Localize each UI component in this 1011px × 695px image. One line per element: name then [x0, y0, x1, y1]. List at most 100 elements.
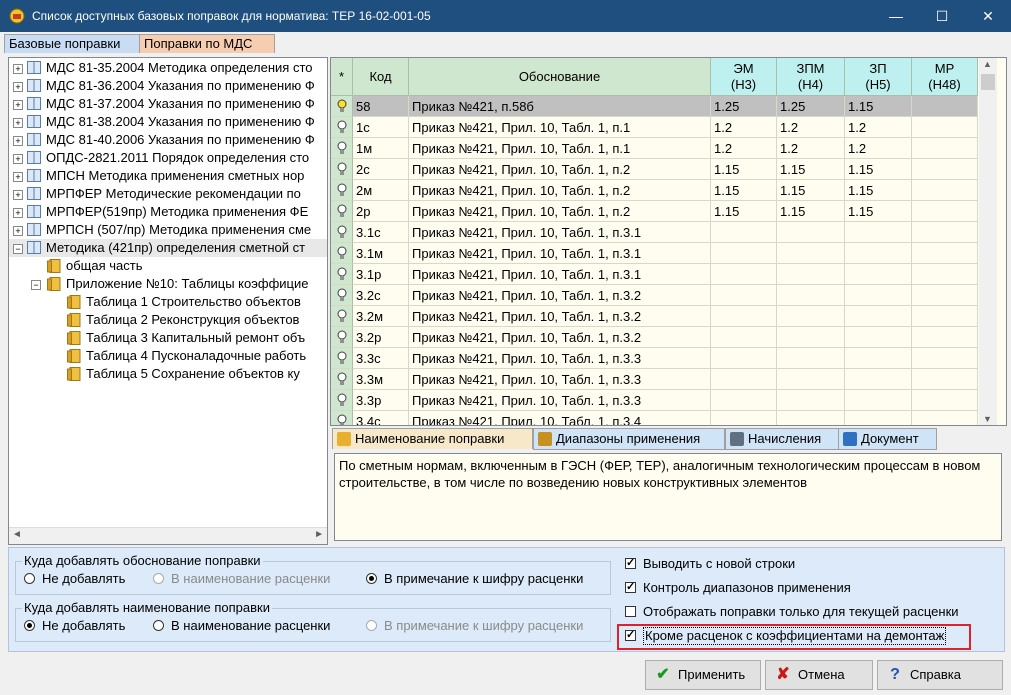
table-row[interactable]: 1с Приказ №421, Прил. 10, Табл. 1, п.1 1.2…	[331, 117, 978, 138]
table-row[interactable]: 1м Приказ №421, Прил. 10, Табл. 1, п.1 1.2…	[331, 138, 978, 159]
tree-item[interactable]: общая часть	[9, 257, 327, 275]
tree-item[interactable]: + МПСН Методика применения сметных нор	[9, 167, 327, 185]
expand-icon[interactable]: +	[13, 118, 23, 128]
table-row[interactable]: 2м Приказ №421, Прил. 10, Табл. 1, п.2 1.1…	[331, 180, 978, 201]
row-marker[interactable]	[331, 96, 353, 117]
collapse-icon[interactable]: −	[13, 244, 23, 254]
expand-icon[interactable]: +	[13, 100, 23, 110]
column-header-text: ЗП	[869, 61, 887, 76]
tree-item[interactable]: + МРПФЕР Методические рекомендации по	[9, 185, 327, 203]
expand-icon[interactable]: +	[13, 208, 23, 218]
tab-detail-3[interactable]: Документ	[838, 428, 937, 450]
tree-item[interactable]: + МДС 81-38.2004 Указания по применению Ф	[9, 113, 327, 131]
tree-item[interactable]: Таблица 3 Капитальный ремонт объ	[9, 329, 327, 347]
row-marker[interactable]	[331, 159, 353, 180]
row-marker[interactable]	[331, 411, 353, 425]
row-marker[interactable]	[331, 117, 353, 138]
expand-icon[interactable]: +	[13, 64, 23, 74]
table-cell-code: 3.1м	[353, 243, 409, 264]
minimize-button[interactable]: —	[873, 0, 919, 32]
tree-item[interactable]: Таблица 4 Пусконаладочные работь	[9, 347, 327, 365]
tab-mds-corrections[interactable]: Поправки по МДС	[139, 34, 275, 53]
table-row[interactable]: 3.4с Приказ №421, Прил. 10, Табл. 1, п.3.…	[331, 411, 978, 425]
maximize-button[interactable]: ☐	[919, 0, 965, 32]
table-row[interactable]: 2р Приказ №421, Прил. 10, Табл. 1, п.2 1.1…	[331, 201, 978, 222]
table-row[interactable]: 3.2с Приказ №421, Прил. 10, Табл. 1, п.3.…	[331, 285, 978, 306]
cancel-button[interactable]: ✘ Отмена	[765, 660, 873, 690]
row-marker[interactable]	[331, 306, 353, 327]
table-row[interactable]: 3.3с Приказ №421, Прил. 10, Табл. 1, п.3.…	[331, 348, 978, 369]
column-header-zp[interactable]: ЗП (Н5)	[845, 58, 912, 96]
table-row[interactable]: 3.1с Приказ №421, Прил. 10, Табл. 1, п.3.…	[331, 222, 978, 243]
tab-detail-0[interactable]: Наименование поправки	[332, 428, 533, 449]
expand-icon[interactable]: +	[13, 154, 23, 164]
scroll-up-icon[interactable]: ▲	[983, 59, 992, 69]
column-header-mr[interactable]: МР (Н48)	[912, 58, 978, 96]
table-row[interactable]: 2с Приказ №421, Прил. 10, Табл. 1, п.2 1.1…	[331, 159, 978, 180]
tab-detail-1[interactable]: Диапазоны применения	[533, 428, 725, 450]
row-marker[interactable]	[331, 369, 353, 390]
expand-icon[interactable]: +	[13, 136, 23, 146]
expand-icon[interactable]: +	[13, 82, 23, 92]
column-header-reason[interactable]: Обоснование	[409, 58, 711, 96]
row-marker[interactable]	[331, 348, 353, 369]
tree-item[interactable]: − Приложение №10: Таблицы коэффицие	[9, 275, 327, 293]
folder-icon	[67, 367, 81, 381]
row-marker[interactable]	[331, 222, 353, 243]
table-cell-reason: Приказ №421, п.58б	[409, 96, 711, 117]
tree-item[interactable]: + МДС 81-40.2006 Указания по применению Ф	[9, 131, 327, 149]
table-row[interactable]: 3.3м Приказ №421, Прил. 10, Табл. 1, п.3.…	[331, 369, 978, 390]
row-marker[interactable]	[331, 264, 353, 285]
row-marker[interactable]	[331, 138, 353, 159]
collapse-icon[interactable]: −	[31, 280, 41, 290]
expand-icon[interactable]: +	[13, 226, 23, 236]
table-cell-reason: Приказ №421, Прил. 10, Табл. 1, п.2	[409, 180, 711, 201]
tree-item[interactable]: + МРПФЕР(519пр) Методика применения ФЕ	[9, 203, 327, 221]
book-icon	[27, 79, 41, 92]
expand-icon[interactable]: +	[13, 190, 23, 200]
close-button[interactable]: ✕	[965, 0, 1011, 32]
tree-item[interactable]: + МДС 81-35.2004 Методика определения сто	[9, 59, 327, 77]
table-row[interactable]: 3.1р Приказ №421, Прил. 10, Табл. 1, п.3.…	[331, 264, 978, 285]
tab-detail-2[interactable]: Начисления	[725, 428, 840, 450]
column-header-em[interactable]: ЭМ (Н3)	[711, 58, 777, 96]
table-row[interactable]: 3.2м Приказ №421, Прил. 10, Табл. 1, п.3.…	[331, 306, 978, 327]
corrections-grid: * Код Обоснование ЭМ (Н3) ЗПМ (Н4) ЗП (Н5) МР (Н48…	[330, 57, 1007, 426]
column-header-zpm[interactable]: ЗПМ (Н4)	[777, 58, 845, 96]
book-icon	[27, 61, 41, 74]
tree-item[interactable]: Таблица 2 Реконструкция объектов	[9, 311, 327, 329]
row-marker[interactable]	[331, 390, 353, 411]
document-tree[interactable]: + МДС 81-35.2004 Методика определения сто…	[8, 57, 328, 545]
scroll-down-icon[interactable]: ▼	[983, 414, 992, 424]
tree-horizontal-scrollbar[interactable]: ◄ ►	[9, 527, 327, 544]
row-marker[interactable]	[331, 201, 353, 222]
tree-item[interactable]: + ОПДС-2821.2011 Порядок определения сто	[9, 149, 327, 167]
table-cell-code: 3.3р	[353, 390, 409, 411]
tree-item[interactable]: + МРПСН (507/пр) Методика применения сме	[9, 221, 327, 239]
row-marker[interactable]	[331, 285, 353, 306]
row-marker[interactable]	[331, 327, 353, 348]
scroll-thumb[interactable]	[981, 74, 995, 90]
table-row[interactable]: 58 Приказ №421, п.58б 1.25 1.25 1.15	[331, 96, 978, 117]
column-header-code[interactable]: Код	[353, 58, 409, 96]
row-marker[interactable]	[331, 180, 353, 201]
apply-button[interactable]: ✔ Применить	[645, 660, 761, 690]
table-cell-reason: Приказ №421, Прил. 10, Табл. 1, п.3.1	[409, 243, 711, 264]
scroll-left-icon[interactable]: ◄	[12, 529, 22, 540]
table-row[interactable]: 3.3р Приказ №421, Прил. 10, Табл. 1, п.3.…	[331, 390, 978, 411]
tree-item[interactable]: Таблица 1 Строительство объектов	[9, 293, 327, 311]
table-row[interactable]: 3.2р Приказ №421, Прил. 10, Табл. 1, п.3.…	[331, 327, 978, 348]
tree-item[interactable]: − Методика (421пр) определения сметной ст	[9, 239, 327, 257]
row-marker[interactable]	[331, 243, 353, 264]
table-row[interactable]: 3.1м Приказ №421, Прил. 10, Табл. 1, п.3.…	[331, 243, 978, 264]
tree-item[interactable]: + МДС 81-37.2004 Указания по применению Ф	[9, 95, 327, 113]
tab-base-corrections[interactable]: Базовые поправки	[4, 34, 142, 53]
tree-item[interactable]: Таблица 5 Сохранение объектов ку	[9, 365, 327, 383]
scroll-right-icon[interactable]: ►	[314, 529, 324, 540]
grid-vertical-scrollbar[interactable]: ▲ ▼	[979, 58, 997, 425]
help-button[interactable]: ? Справка	[877, 660, 1003, 690]
column-header-mark[interactable]: *	[331, 58, 353, 96]
tree-item[interactable]: + МДС 81-36.2004 Указания по применению Ф	[9, 77, 327, 95]
expand-icon[interactable]: +	[13, 172, 23, 182]
table-cell-em	[711, 264, 777, 285]
